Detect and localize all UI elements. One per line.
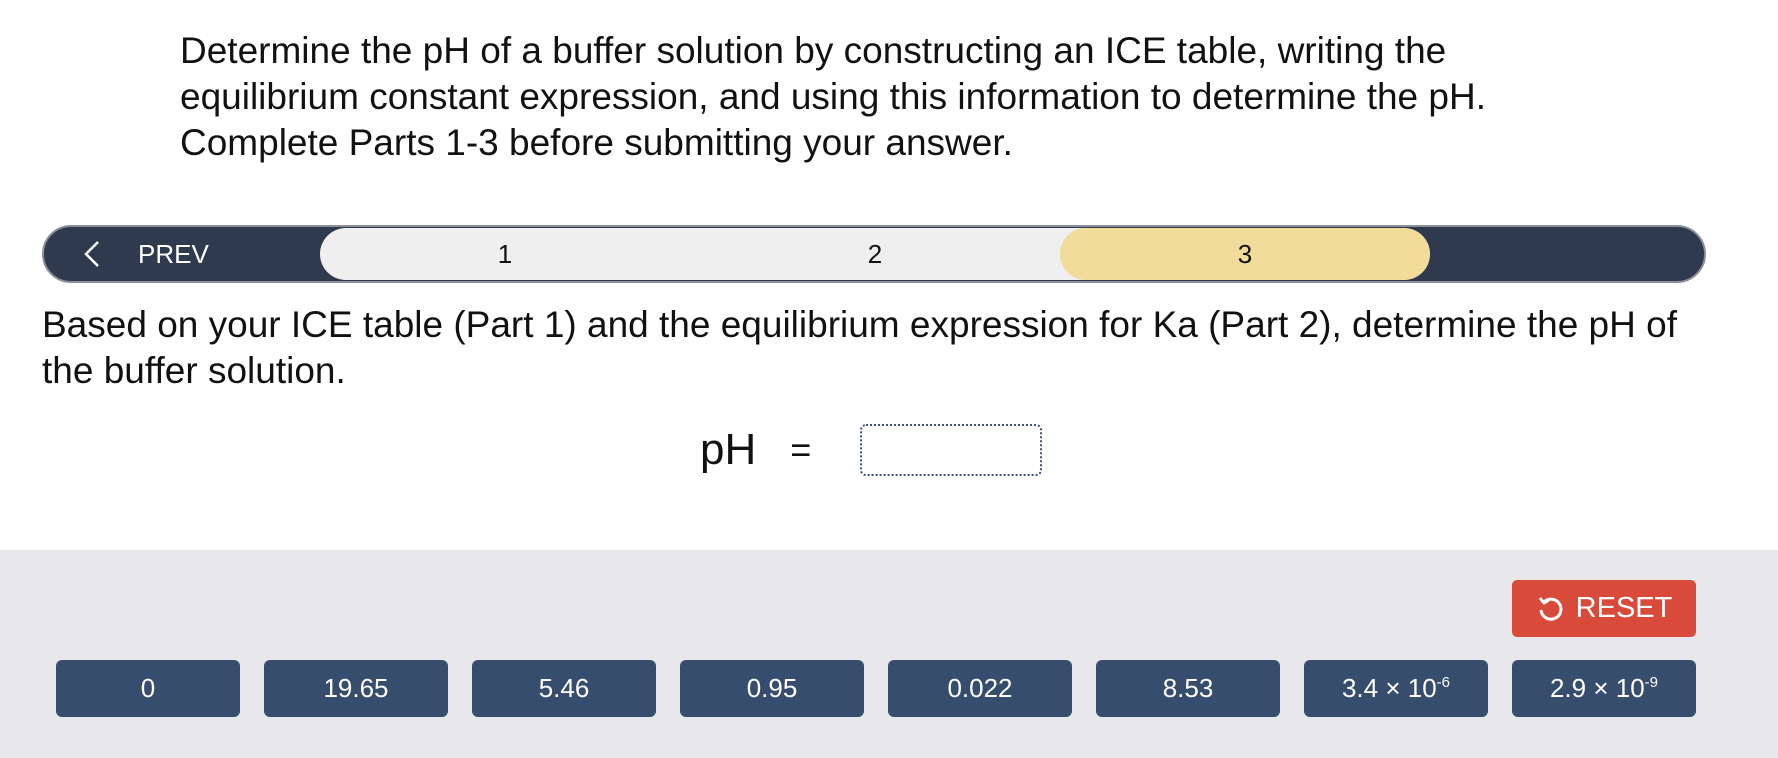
answer-tile-0-022[interactable]: 0.022 bbox=[888, 660, 1072, 717]
reset-button[interactable]: RESET bbox=[1512, 580, 1696, 637]
tile-exponent: -9 bbox=[1644, 674, 1659, 691]
tile-base: 3.4 × 10 bbox=[1341, 673, 1437, 703]
answer-tile-0-95[interactable]: 0.95 bbox=[680, 660, 864, 717]
answer-tile-3-4e-6[interactable]: 3.4 × 10-6 bbox=[1304, 660, 1488, 717]
ph-answer-dropzone[interactable] bbox=[860, 424, 1042, 476]
answer-tile-8-53[interactable]: 8.53 bbox=[1096, 660, 1280, 717]
tile-label: 5.46 bbox=[538, 673, 590, 703]
answer-tile-2-9e-9[interactable]: 2.9 × 10-9 bbox=[1512, 660, 1696, 717]
tile-label: 0.95 bbox=[746, 673, 798, 703]
equation-lhs: pH bbox=[700, 425, 757, 474]
equals-sign: = bbox=[790, 429, 812, 470]
tile-label: 8.53 bbox=[1162, 673, 1214, 703]
instructions-text: Determine the pH of a buffer solution by… bbox=[180, 30, 1486, 163]
tile-label: 19.65 bbox=[323, 673, 389, 703]
reset-label: RESET bbox=[1575, 592, 1673, 624]
tile-label: 3.4 × 10-6 bbox=[1342, 673, 1450, 704]
answer-tile-tray bbox=[0, 550, 1778, 758]
tab-step-1[interactable]: 1 bbox=[320, 228, 690, 280]
step-tabs: 1 2 3 bbox=[320, 228, 1430, 280]
tab-step-3[interactable]: 3 bbox=[1060, 228, 1430, 280]
answer-tile-19-65[interactable]: 19.65 bbox=[264, 660, 448, 717]
reset-icon bbox=[1538, 596, 1563, 621]
answer-tile-5-46[interactable]: 5.46 bbox=[472, 660, 656, 717]
chevron-left-icon bbox=[84, 241, 99, 267]
prev-button[interactable]: PREV bbox=[42, 225, 322, 283]
answer-tile-0[interactable]: 0 bbox=[56, 660, 240, 717]
ph-equation: pH = bbox=[700, 420, 811, 480]
question-text: Based on your ICE table (Part 1) and the… bbox=[42, 304, 1677, 391]
tile-label: 2.9 × 10-9 bbox=[1550, 673, 1658, 704]
tab-step-2[interactable]: 2 bbox=[690, 228, 1060, 280]
tile-exponent: -6 bbox=[1436, 674, 1451, 691]
tile-base: 2.9 × 10 bbox=[1549, 673, 1645, 703]
tile-label: 0 bbox=[140, 673, 156, 703]
prev-label: PREV bbox=[138, 238, 209, 269]
tile-label: 0.022 bbox=[947, 673, 1013, 703]
